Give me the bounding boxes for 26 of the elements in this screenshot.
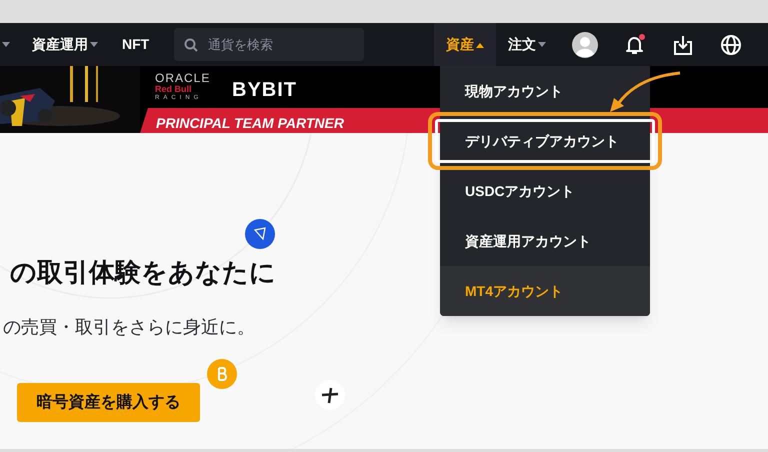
bell-icon[interactable] [624, 34, 646, 56]
buy-button[interactable]: 暗号資産を購入する [17, 383, 200, 422]
brand-logo: BYBIT [232, 78, 297, 103]
tagline-text: PRINCIPAL TEAM PARTNER [156, 114, 344, 133]
menu-item[interactable]: 資産運用アカウント [440, 216, 650, 266]
download-icon[interactable] [672, 34, 694, 56]
caret-icon [538, 42, 546, 48]
caret-icon [2, 42, 10, 48]
bitcoin-icon [207, 359, 237, 389]
globe-icon[interactable] [720, 34, 742, 56]
caret-icon [90, 42, 98, 48]
partner-logo-text: ORACLE [155, 72, 210, 84]
hero-title: の取引体験をあなたに [10, 256, 276, 289]
caret-icon [476, 42, 484, 48]
hero-subtitle: の売買・取引をさらに身近に。 [3, 316, 256, 339]
avatar-icon[interactable] [572, 32, 598, 58]
nav-link[interactable]: NFT [122, 34, 150, 55]
search-icon [184, 38, 198, 52]
nav-link[interactable]: 資産運用 [32, 34, 98, 55]
menu-item[interactable]: MT4アカウント [440, 266, 650, 316]
nav-link[interactable]: 資産 [434, 23, 496, 66]
search-field[interactable]: 通貨を検索 [174, 28, 364, 61]
menu-item[interactable]: 現物アカウント [440, 66, 650, 116]
nav-link[interactable]: 注文 [496, 23, 558, 66]
menu-item[interactable]: USDCアカウント [440, 166, 650, 216]
partner-logo-text: Red Bull [155, 85, 192, 94]
